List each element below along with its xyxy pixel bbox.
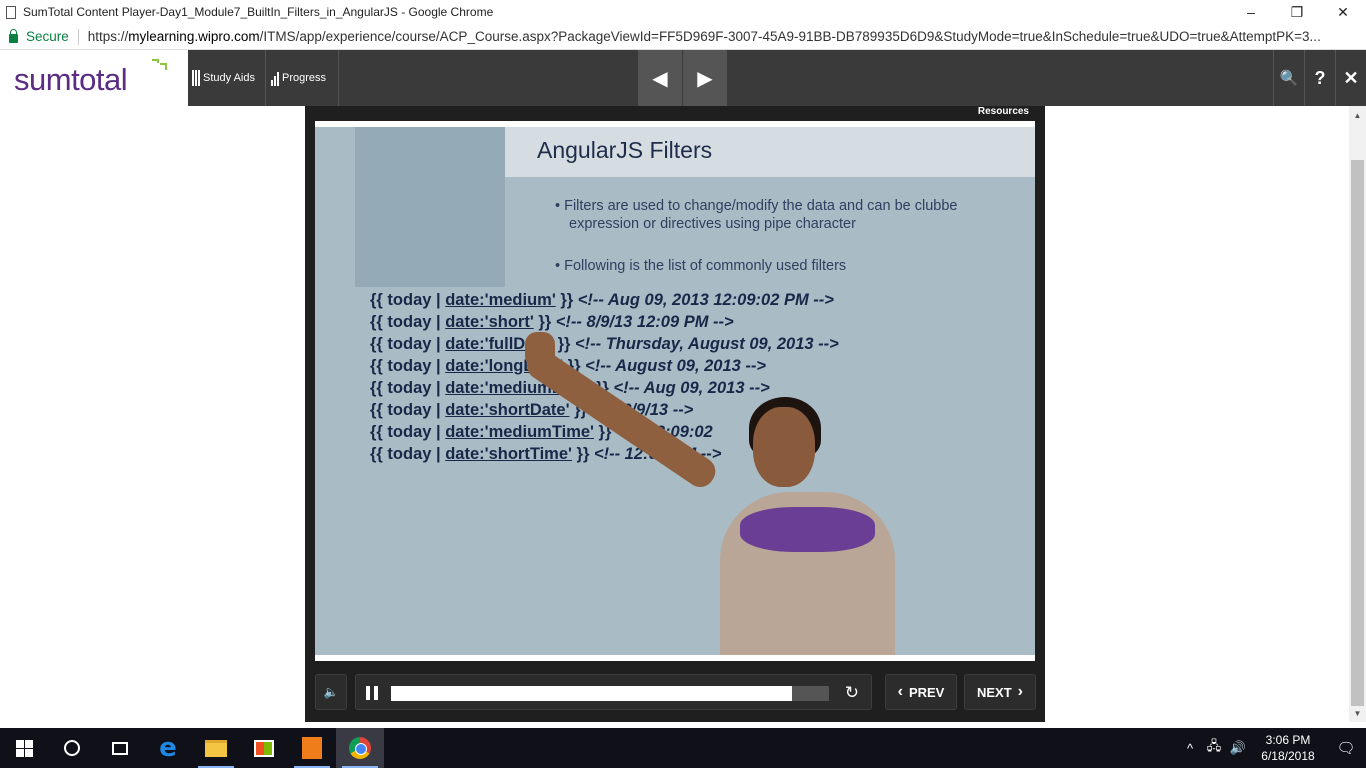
browser-title-bar: SumTotal Content Player-Day1_Module7_Bui…: [0, 0, 1366, 24]
presenter-head: [753, 407, 815, 487]
help-icon[interactable]: ?: [1304, 50, 1335, 106]
edge-button[interactable]: e: [144, 728, 192, 768]
study-aids-label: Study Aids: [203, 72, 255, 84]
chrome-icon: [349, 737, 371, 759]
progress-button[interactable]: Progress: [267, 50, 339, 106]
task-view-button[interactable]: [96, 728, 144, 768]
restore-button[interactable]: ❐: [1274, 0, 1320, 24]
code-line: {{ today | date:'fullDate' }} <!-- Thurs…: [370, 335, 839, 353]
logo-mark-icon: [152, 59, 167, 70]
logo-area: sumtotal: [0, 50, 188, 106]
chevron-right-icon: ›: [1017, 683, 1023, 700]
seek-track[interactable]: [391, 686, 829, 701]
seek-progress: [391, 686, 792, 701]
url-path: /ITMS/app/experience/course/ACP_Course.a…: [259, 29, 1321, 44]
sublime-button[interactable]: [288, 728, 336, 768]
folder-icon: [205, 739, 227, 757]
lock-icon[interactable]: [9, 28, 18, 43]
page-icon: [6, 5, 16, 19]
url-host: mylearning.wipro.com: [128, 29, 260, 44]
windows-logo-icon: [15, 739, 33, 757]
file-explorer-button[interactable]: [192, 728, 240, 768]
notification-icon[interactable]: 🗨: [1326, 739, 1366, 757]
url-text[interactable]: https://mylearning.wipro.com/ITMS/app/ex…: [88, 29, 1366, 44]
prev-label: PREV: [908, 684, 945, 700]
address-bar[interactable]: Secure https://mylearning.wipro.com/ITMS…: [0, 24, 1366, 50]
network-icon[interactable]: 🖧: [1202, 737, 1226, 759]
url-scheme: https://: [87, 29, 129, 44]
chevron-left-icon: ‹: [897, 683, 903, 700]
system-tray: ^ 🖧 🔊 3:06 PM 6/18/2018 🗨: [1178, 728, 1366, 768]
volume-icon[interactable]: 🔊: [1226, 740, 1250, 756]
store-button[interactable]: [240, 728, 288, 768]
windows-taskbar: e ^ 🖧 🔊 3:06 PM 6/18/2018 🗨: [0, 728, 1366, 768]
player-controls: 🔈 ↻ ‹ PREV NEXT ›: [315, 674, 1036, 710]
start-button[interactable]: [0, 728, 48, 768]
progress-icon: [271, 70, 279, 86]
presenter-hand: [525, 332, 555, 368]
search-icon[interactable]: 🔍: [1273, 50, 1304, 106]
clock-time: 3:06 PM: [1265, 733, 1311, 747]
code-line: {{ today | date:'medium' }} <!-- Aug 09,…: [370, 291, 834, 309]
presenter-scarf: [740, 507, 875, 552]
resources-link[interactable]: Resources: [978, 106, 1029, 117]
chrome-button[interactable]: [336, 728, 384, 768]
slide-bullets: • Filters are used to change/modify the …: [555, 197, 957, 275]
study-aids-button[interactable]: Study Aids: [189, 50, 266, 106]
next-label: NEXT: [977, 684, 1012, 700]
replay-icon[interactable]: ↻: [845, 683, 859, 703]
slide-bullet-cont: expression or directives using pipe char…: [569, 216, 856, 232]
progress-label: Progress: [282, 72, 327, 84]
volume-icon: 🔈: [323, 685, 339, 699]
video-area[interactable]: AngularJS Filters • Filters are used to …: [315, 127, 1035, 655]
task-view-icon: [112, 741, 128, 755]
scrollbar-thumb[interactable]: [1351, 160, 1364, 706]
next-button[interactable]: NEXT ›: [964, 674, 1036, 710]
clock-date: 6/18/2018: [1261, 749, 1315, 763]
window-controls: – ❐ ✕: [1228, 0, 1366, 24]
page-nav: ◀ ▶: [638, 50, 728, 106]
content-player: Resources AngularJS Filters • Filters ar…: [305, 106, 1045, 722]
slide-side-panel: [355, 127, 505, 287]
store-icon: [254, 739, 274, 757]
slide-bullet: • Following is the list of commonly used…: [555, 258, 847, 274]
search-circle-icon: [64, 740, 80, 756]
player-header: sumtotal Study Aids Progress ◀ ▶ 🔍 ? ✕: [0, 50, 1366, 106]
sublime-icon: [302, 737, 322, 759]
slide-bullet: • Filters are used to change/modify the …: [555, 198, 958, 214]
slide-title: AngularJS Filters: [537, 137, 713, 163]
chevron-up-icon[interactable]: ^: [1178, 741, 1202, 756]
playback-bar: ↻: [355, 674, 872, 710]
window-title: SumTotal Content Player-Day1_Module7_Bui…: [23, 5, 494, 19]
previous-page-button[interactable]: ◀: [638, 50, 682, 106]
video-frame: AngularJS Filters • Filters are used to …: [315, 121, 1035, 661]
code-line: {{ today | date:'short' }} <!-- 8/9/13 1…: [370, 313, 734, 331]
scroll-up-arrow[interactable]: ▲: [1349, 108, 1366, 122]
code-line: {{ today | date:'longDate' }} <!-- Augus…: [370, 357, 767, 375]
close-window-button[interactable]: ✕: [1320, 0, 1366, 24]
close-player-icon[interactable]: ✕: [1335, 50, 1366, 106]
sumtotal-logo: sumtotal: [14, 62, 128, 97]
edge-icon: e: [159, 733, 177, 763]
clock[interactable]: 3:06 PM 6/18/2018: [1250, 732, 1326, 764]
header-actions: 🔍 ? ✕: [1273, 50, 1366, 106]
scroll-down-arrow[interactable]: ▼: [1349, 706, 1366, 720]
divider: [77, 28, 79, 45]
cortana-button[interactable]: [48, 728, 96, 768]
minimize-button[interactable]: –: [1228, 0, 1274, 24]
mute-button[interactable]: 🔈: [315, 674, 347, 710]
study-aids-icon: [192, 70, 200, 86]
next-page-button[interactable]: ▶: [683, 50, 727, 106]
prev-button[interactable]: ‹ PREV: [885, 674, 957, 710]
secure-label[interactable]: Secure: [26, 29, 69, 44]
pause-icon[interactable]: [366, 686, 378, 700]
